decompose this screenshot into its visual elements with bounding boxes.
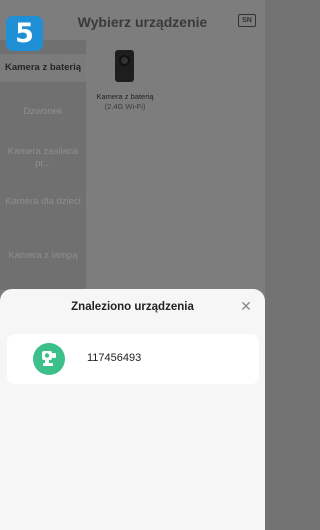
camera-icon: [33, 343, 65, 375]
device-id: 117456493: [87, 352, 142, 364]
product-name: Kamera z baterią: [96, 92, 154, 101]
sidebar-item-lamp-camera[interactable]: Kamera z lampą: [4, 250, 82, 262]
sidebar-item-battery-camera[interactable]: Kamera z baterią: [0, 54, 86, 82]
sheet-title: Znaleziono urządzenia: [71, 301, 194, 313]
battery-camera-image: [115, 50, 134, 82]
found-devices-sheet: Znaleziono urządzenia ✕ 117456493: [0, 289, 265, 530]
close-icon[interactable]: ✕: [239, 299, 253, 313]
category-sidebar: Kamera z baterią Dzwonek Kamera zasilana…: [0, 40, 86, 290]
page-title: Wybierz urządzenie: [77, 14, 208, 30]
found-device-row[interactable]: 117456493: [7, 334, 259, 384]
step-number-badge: 5: [6, 16, 43, 51]
sidebar-item-baby-camera[interactable]: Kamera dla dzieci: [4, 196, 82, 208]
product-subtitle: (2.4G Wi-Fi): [104, 102, 146, 111]
product-card[interactable]: Kamera z baterią (2.4G Wi-Fi): [90, 40, 160, 122]
sidebar-item-powered-camera[interactable]: Kamera zasilana pr...: [4, 146, 82, 170]
camera-lens: [119, 55, 130, 66]
sn-scan-icon[interactable]: SN: [238, 14, 256, 27]
sidebar-item-doorbell[interactable]: Dzwonek: [4, 106, 82, 118]
